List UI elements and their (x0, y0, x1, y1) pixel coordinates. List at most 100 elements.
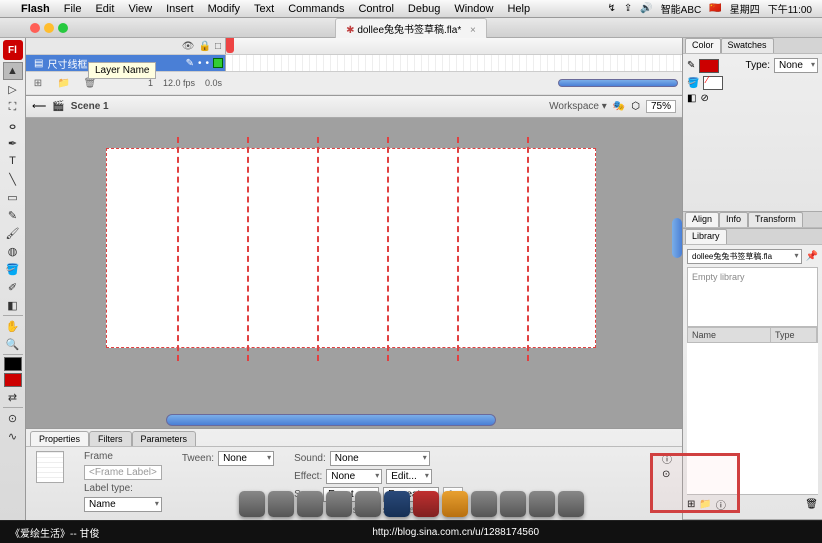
stage-hscrollbar[interactable] (166, 414, 496, 426)
pencil-tool[interactable]: ✎ (3, 206, 23, 224)
subselect-tool[interactable]: ▷ (3, 80, 23, 98)
stroke-swatch-icon[interactable]: ✎ (687, 60, 695, 71)
dock-safari[interactable] (268, 491, 294, 517)
tab-transform[interactable]: Transform (748, 212, 803, 227)
noswap-icon[interactable]: ⊘ (700, 93, 708, 104)
dock-app[interactable] (471, 491, 497, 517)
back-icon[interactable]: ⟵ (32, 101, 46, 112)
snap-option[interactable]: ⊙ (3, 409, 23, 427)
eyedropper-tool[interactable]: ✐ (3, 278, 23, 296)
menu-app[interactable]: Flash (14, 3, 57, 15)
window-zoom-icon[interactable] (58, 23, 68, 33)
document-tab[interactable]: ✱ dollee兔兔书签草稿.fla* × (335, 18, 487, 38)
hand-tool[interactable]: ✋ (3, 317, 23, 335)
fill-color[interactable] (4, 373, 22, 387)
workspace-dropdown[interactable]: Workspace ▾ (549, 101, 607, 112)
edit-scene-icon[interactable]: 🎭 (613, 101, 625, 112)
color-type-dropdown[interactable]: None (774, 58, 818, 73)
menu-modify[interactable]: Modify (201, 3, 247, 15)
dock-trash[interactable] (558, 491, 584, 517)
tab-filters[interactable]: Filters (89, 431, 132, 446)
tab-align[interactable]: Align (685, 212, 719, 227)
menu-window[interactable]: Window (447, 3, 500, 15)
window-close-icon[interactable] (30, 23, 40, 33)
dock-photoshop[interactable] (384, 491, 410, 517)
menu-control[interactable]: Control (351, 3, 400, 15)
stage-area[interactable] (26, 118, 682, 428)
dock-app2[interactable] (529, 491, 555, 517)
eraser-tool[interactable]: ◧ (3, 296, 23, 314)
tab-swatches[interactable]: Swatches (721, 38, 774, 53)
guide-line[interactable] (247, 137, 249, 361)
paint-bucket-tool[interactable]: 🪣 (3, 260, 23, 278)
dock-itunes[interactable] (355, 491, 381, 517)
status-bt-icon[interactable]: ↯ (603, 3, 619, 14)
swap-colors-icon[interactable]: ⇄ (3, 388, 23, 406)
sound-dropdown[interactable]: None (330, 451, 430, 466)
window-min-icon[interactable] (44, 23, 54, 33)
dock-illustrator[interactable] (442, 491, 468, 517)
menu-edit[interactable]: Edit (88, 3, 121, 15)
edit-effect-button[interactable]: Edit... (386, 469, 432, 484)
effect-dropdown[interactable]: None (326, 469, 382, 484)
free-transform-tool[interactable]: ⛶ (3, 98, 23, 116)
zoom-tool[interactable]: 🔍 (3, 335, 23, 353)
tab-library[interactable]: Library (685, 229, 727, 244)
library-columns[interactable]: Name Type (687, 327, 818, 343)
menu-text[interactable]: Text (247, 3, 281, 15)
outline-icon[interactable]: □ (215, 41, 221, 52)
timeline-ruler[interactable] (226, 38, 682, 54)
stroke-swatch[interactable] (699, 59, 719, 73)
fill-swatch[interactable]: ⁄ (703, 76, 723, 90)
selection-tool[interactable]: ▲ (3, 62, 23, 80)
timeline-scrollbar[interactable] (558, 79, 678, 87)
status-ime[interactable]: 智能ABC (657, 1, 706, 16)
dock-qq[interactable] (500, 491, 526, 517)
new-folder-icon[interactable]: 📁 (56, 75, 72, 91)
scene-name[interactable]: Scene 1 (71, 101, 109, 112)
ink-bottle-tool[interactable]: ◍ (3, 242, 23, 260)
status-volume-icon[interactable]: 🔊 (636, 3, 656, 14)
dock-ical[interactable] (326, 491, 352, 517)
tab-parameters[interactable]: Parameters (132, 431, 197, 446)
brush-tool[interactable]: 🖌 (3, 224, 23, 242)
layer-outline-swatch[interactable] (213, 58, 223, 68)
line-tool[interactable]: ╲ (3, 170, 23, 188)
dock-mail[interactable] (297, 491, 323, 517)
tween-dropdown[interactable]: None (218, 451, 274, 466)
tab-properties[interactable]: Properties (30, 431, 89, 446)
col-type[interactable]: Type (771, 328, 817, 342)
stage-canvas[interactable] (106, 148, 596, 348)
layer-name[interactable]: 尺寸线框 (47, 56, 87, 71)
menu-insert[interactable]: Insert (159, 3, 201, 15)
timeline-frames[interactable] (226, 55, 682, 71)
tab-info[interactable]: Info (719, 212, 748, 227)
guide-line[interactable] (317, 137, 319, 361)
pin-icon[interactable]: 📌 (806, 251, 818, 262)
lasso-tool[interactable]: ⴰ (3, 116, 23, 134)
edit-symbol-icon[interactable]: ⬡ (631, 101, 640, 112)
eye-icon[interactable]: 👁 (182, 41, 195, 52)
menu-commands[interactable]: Commands (281, 3, 351, 15)
menu-file[interactable]: File (57, 3, 89, 15)
guide-line[interactable] (527, 137, 529, 361)
menu-debug[interactable]: Debug (401, 3, 447, 15)
rectangle-tool[interactable]: ▭ (3, 188, 23, 206)
new-layer-icon[interactable]: ⊞ (30, 75, 46, 91)
menu-view[interactable]: View (121, 3, 159, 15)
text-tool[interactable]: T (3, 152, 23, 170)
fill-swatch-icon[interactable]: 🪣 (687, 78, 699, 89)
status-wifi-icon[interactable]: ⇪ (620, 3, 636, 14)
stage-vscrollbar[interactable] (672, 218, 682, 258)
playhead[interactable] (226, 38, 234, 53)
col-name[interactable]: Name (688, 328, 771, 342)
dock-flash[interactable] (413, 491, 439, 517)
status-flag-icon[interactable]: 🇨🇳 (705, 3, 725, 14)
lock-icon[interactable]: 🔒 (199, 41, 211, 52)
pen-tool[interactable]: ✒ (3, 134, 23, 152)
guide-line[interactable] (177, 137, 179, 361)
zoom-level[interactable]: 75% (646, 100, 676, 113)
dock-finder[interactable] (239, 491, 265, 517)
guide-line[interactable] (457, 137, 459, 361)
menu-help[interactable]: Help (500, 3, 537, 15)
